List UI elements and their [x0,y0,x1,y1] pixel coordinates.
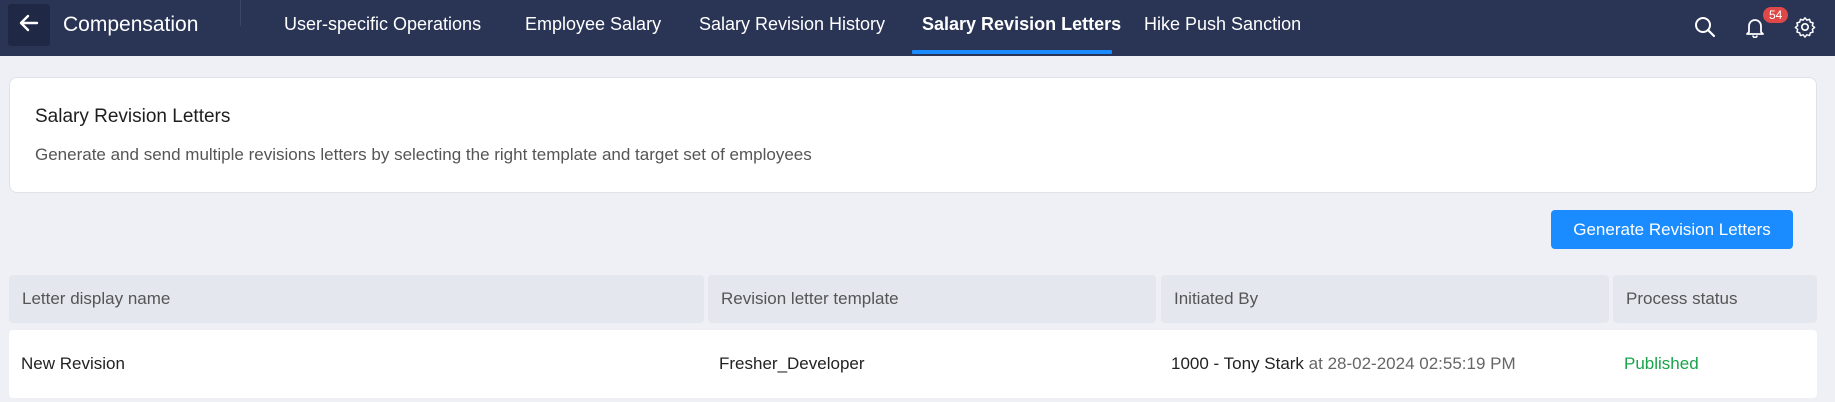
column-header-process-status[interactable]: Process status [1613,275,1817,323]
table-row[interactable]: New Revision Fresher_Developer 1000 - To… [9,330,1817,398]
app-title: Compensation [63,13,199,36]
page-description: Generate and send multiple revisions let… [35,145,812,164]
page-title: Salary Revision Letters [35,106,231,127]
column-header-initiated-by[interactable]: Initiated By [1161,275,1609,323]
search-icon[interactable] [1690,12,1720,42]
tab-employee-salary[interactable]: Employee Salary [525,14,661,35]
initiated-timestamp: at 28-02-2024 02:55:19 PM [1308,354,1516,373]
column-header-revision-letter-template[interactable]: Revision letter template [708,275,1156,323]
tab-hike-push-sanction[interactable]: Hike Push Sanction [1144,14,1301,35]
initiated-by-cell: 1000 - Tony Stark at 28-02-2024 02:55:19… [1171,354,1516,374]
active-tab-indicator [912,50,1112,54]
tab-salary-revision-letters[interactable]: Salary Revision Letters [922,14,1121,35]
tab-salary-revision-history[interactable]: Salary Revision History [699,14,885,35]
back-arrow-icon [19,14,39,37]
back-button[interactable] [8,4,50,46]
generate-revision-letters-button[interactable]: Generate Revision Letters [1551,210,1793,249]
revision-letter-template-cell: Fresher_Developer [719,354,865,373]
tab-user-specific-operations[interactable]: User-specific Operations [284,14,481,35]
title-divider [240,0,241,26]
column-header-letter-display-name[interactable]: Letter display name [9,275,704,323]
notification-badge: 54 [1762,6,1790,24]
letter-display-name-cell[interactable]: New Revision [21,354,125,374]
status-badge: Published [1624,354,1699,373]
top-nav-bar: Compensation User-specific Operations Em… [0,0,1835,56]
gear-icon[interactable] [1790,12,1820,42]
info-card: Salary Revision Letters Generate and sen… [9,77,1817,193]
initiator-name: 1000 - Tony Stark [1171,354,1304,373]
